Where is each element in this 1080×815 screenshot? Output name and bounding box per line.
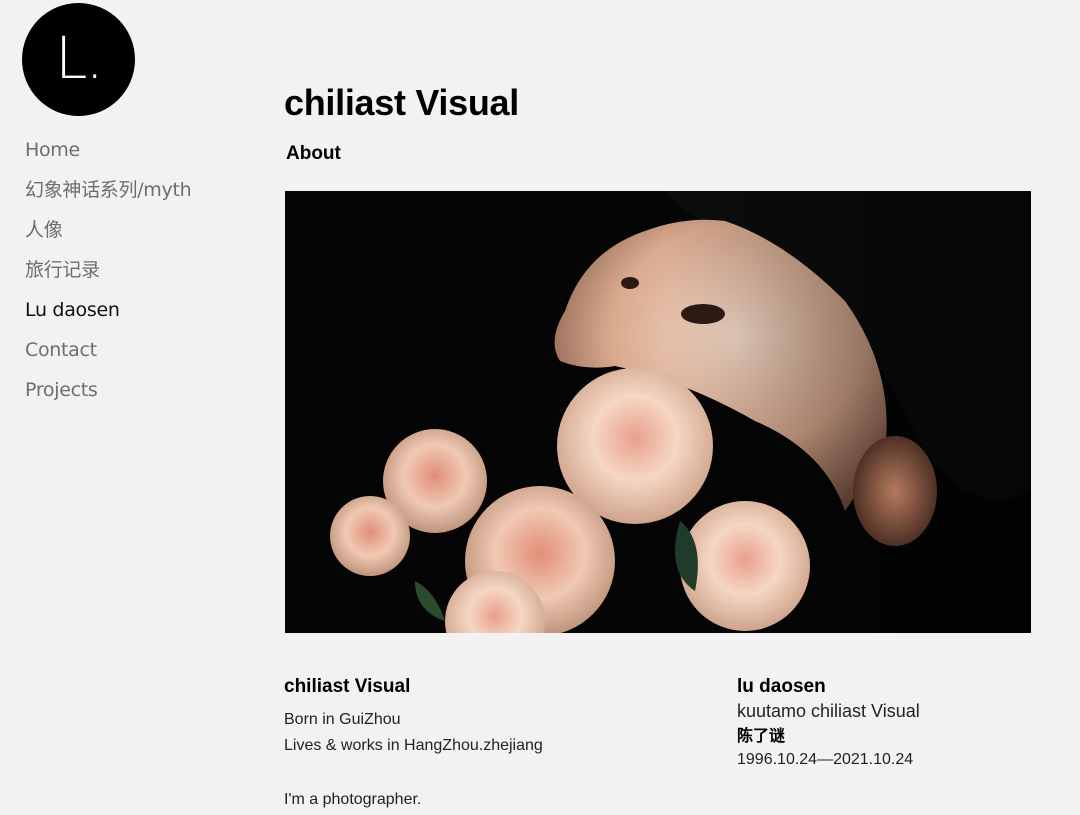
tab-about[interactable]: About bbox=[286, 143, 341, 165]
site-logo[interactable]: L. bbox=[22, 3, 135, 116]
nav-item-projects[interactable]: Projects bbox=[25, 376, 191, 416]
bio-name: lu daosen bbox=[737, 676, 826, 697]
nav-item-home[interactable]: Home bbox=[25, 136, 191, 176]
bio-left: chiliast Visual Born in GuiZhou Lives & … bbox=[284, 676, 704, 813]
nav-item-travel[interactable]: 旅行记录 bbox=[25, 256, 191, 296]
sidebar-nav: Home 幻象神话系列/myth 人像 旅行记录 Lu daosen Conta… bbox=[25, 136, 192, 416]
bio-heading: chiliast Visual bbox=[284, 676, 411, 697]
portrait-roses-image bbox=[285, 191, 1031, 633]
bio-dates: 1996.10.24—2021.10.24 bbox=[737, 751, 914, 768]
bio-born: Born in GuiZhou bbox=[284, 711, 401, 728]
bio-chinese-name: 陈了谜 bbox=[737, 726, 786, 745]
page: L. Home 幻象神话系列/myth 人像 旅行记录 Lu daosen Co… bbox=[0, 0, 1080, 815]
bio-intro: I'm a photographer. bbox=[284, 791, 422, 808]
bio-subtitle: kuutamo chiliast Visual bbox=[737, 701, 920, 721]
hero-photo bbox=[285, 191, 1031, 633]
nav-item-portrait[interactable]: 人像 bbox=[25, 216, 191, 256]
nav-item-lu-daosen[interactable]: Lu daosen bbox=[25, 296, 191, 336]
bio-lives: Lives & works in HangZhou.zhejiang bbox=[284, 737, 543, 754]
nav-item-contact[interactable]: Contact bbox=[25, 336, 191, 376]
nav-item-myth[interactable]: 幻象神话系列/myth bbox=[25, 176, 192, 216]
bio-right: lu daosen kuutamo chiliast Visual 陈了谜 19… bbox=[737, 675, 1057, 772]
site-title: chiliast Visual bbox=[284, 82, 519, 123]
